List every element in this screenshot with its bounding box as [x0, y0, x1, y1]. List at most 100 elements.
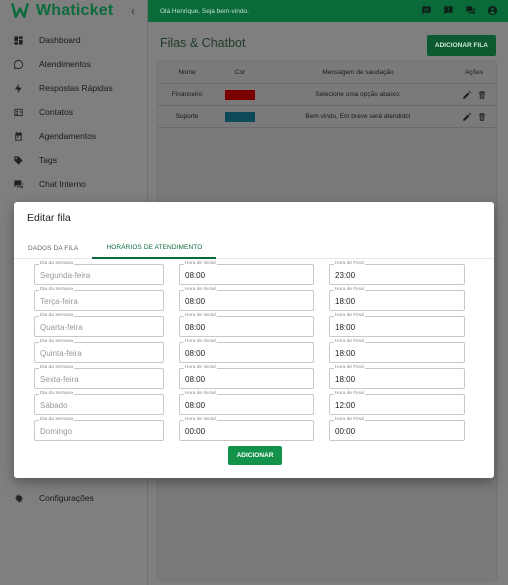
queue-color-swatch	[225, 89, 255, 100]
brand-name: Whaticket	[36, 2, 114, 19]
schedule-row: Dia da Semana Quinta-feira Hora de Inicial…	[34, 339, 465, 366]
end-time-field[interactable]: Hora de Final 18:00	[329, 365, 465, 389]
header-name: Nome	[178, 69, 196, 76]
queue-message: Bem vindo, Em breve será atendido!	[305, 113, 411, 120]
end-time-label: Hora de Final	[334, 391, 365, 397]
add-queue-button[interactable]: ADICIONAR FILA	[426, 35, 496, 56]
schedule-row: Dia da Semana Segunda-feira Hora de Inicia…	[34, 261, 465, 288]
sidebar-item-label: Dashboard	[39, 35, 81, 45]
table-header: Nome Cor Mensagem de saudação Ações	[158, 62, 496, 84]
start-time-field[interactable]: Hora de Inicial 08:00	[179, 339, 314, 363]
header-message: Mensagem de saudação	[322, 69, 394, 76]
sidebar-item-label: Configurações	[39, 493, 94, 503]
greeting-text: Olá Henrique, Seja bem-vindo.	[160, 7, 249, 15]
sidebar-item-label: Contatos	[39, 107, 74, 117]
sidebar-item-dashboard[interactable]: Dashboard	[0, 28, 147, 52]
queue-name: Financeiro	[171, 91, 203, 98]
start-time-field[interactable]: Hora de Inicial 08:00	[179, 365, 314, 389]
sidebar-item-agendamentos[interactable]: Agendamentos	[0, 124, 147, 148]
start-time-value: 08:00	[185, 271, 206, 280]
end-time-field[interactable]: Hora de Final 23:00	[329, 261, 465, 285]
weekday-field[interactable]: Dia da Semana Sábado	[34, 391, 164, 415]
start-time-field[interactable]: Hora de Inicial 08:00	[179, 287, 314, 311]
chats-icon[interactable]	[465, 5, 476, 16]
end-time-value: 23:00	[335, 271, 356, 280]
end-time-value: 00:00	[335, 427, 356, 436]
schedule-list: Dia da Semana Segunda-feira Hora de Inicia…	[34, 261, 465, 444]
whaticket-logo-icon	[11, 3, 29, 19]
end-time-label: Hora de Final	[334, 417, 365, 423]
start-time-label: Hora de Inicial	[184, 287, 217, 293]
end-time-field[interactable]: Hora de Final 12:00	[329, 391, 465, 415]
start-time-value: 08:00	[185, 323, 206, 332]
weekday-field[interactable]: Dia da Semana Quarta-feira	[34, 313, 164, 337]
weekday-field[interactable]: Dia da Semana Sexta-feira	[34, 365, 164, 389]
sidebar-item-tags[interactable]: Tags	[0, 148, 147, 172]
trash-icon[interactable]	[477, 90, 487, 100]
chat-icon	[12, 178, 24, 190]
weekday-label: Dia da Semana	[39, 313, 75, 319]
sidebar-item-configuracoes[interactable]: Configurações	[0, 486, 94, 510]
tab-queue-data[interactable]: DADOS DA FILA	[14, 237, 92, 259]
trash-icon[interactable]	[477, 112, 487, 122]
schedule-row: Dia da Semana Terça-feira Hora de Inicial 0…	[34, 287, 465, 314]
gear-icon	[12, 492, 24, 504]
start-time-value: 08:00	[185, 401, 206, 410]
weekday-field[interactable]: Dia da Semana Domingo	[34, 417, 164, 441]
edit-icon[interactable]	[462, 90, 472, 100]
queue-name: Suporte	[175, 113, 199, 120]
announcement-icon[interactable]	[443, 5, 454, 16]
account-icon[interactable]	[487, 5, 498, 16]
end-time-field[interactable]: Hora de Final 18:00	[329, 339, 465, 363]
start-time-value: 08:00	[185, 375, 206, 384]
weekday-field[interactable]: Dia da Semana Terça-feira	[34, 287, 164, 311]
end-time-field[interactable]: Hora de Final 18:00	[329, 313, 465, 337]
schedule-row: Dia da Semana Domingo Hora de Inicial 00:00…	[34, 417, 465, 444]
header-actions: Ações	[464, 69, 484, 76]
sidebar-item-label: Atendimentos	[39, 59, 91, 69]
sidebar-item-atendimentos[interactable]: Atendimentos	[0, 52, 147, 76]
collapse-sidebar-icon[interactable]: ‹	[131, 4, 135, 18]
start-time-label: Hora de Inicial	[184, 391, 217, 397]
sidebar-item-label: Chat Interno	[39, 179, 86, 189]
dashboard-icon	[12, 34, 24, 46]
schedule-row: Dia da Semana Sexta-feira Hora de Inicial 0…	[34, 365, 465, 392]
sidebar-item-label: Respostas Rápidas	[39, 83, 113, 93]
start-time-field[interactable]: Hora de Inicial 00:00	[179, 417, 314, 441]
calendar-icon	[12, 130, 24, 142]
end-time-field[interactable]: Hora de Final 00:00	[329, 417, 465, 441]
end-time-label: Hora de Final	[334, 339, 365, 345]
weekday-value: Terça-feira	[40, 297, 78, 306]
brand: Whaticket	[0, 0, 147, 22]
end-time-value: 18:00	[335, 323, 356, 332]
sidebar-item-contatos[interactable]: Contatos	[0, 100, 147, 124]
bolt-icon	[12, 82, 24, 94]
weekday-label: Dia da Semana	[39, 261, 75, 267]
end-time-label: Hora de Final	[334, 313, 365, 319]
weekday-label: Dia da Semana	[39, 365, 75, 371]
topbar-actions	[421, 5, 498, 16]
start-time-field[interactable]: Hora de Inicial 08:00	[179, 313, 314, 337]
start-time-value: 00:00	[185, 427, 206, 436]
edit-icon[interactable]	[462, 112, 472, 122]
schedule-row: Dia da Semana Sábado Hora de Inicial 08:00 H…	[34, 391, 465, 418]
end-time-label: Hora de Final	[334, 365, 365, 371]
start-time-field[interactable]: Hora de Inicial 08:00	[179, 261, 314, 285]
edit-queue-dialog: Editar fila DADOS DA FILA HORÁRIOS DE AT…	[14, 202, 494, 478]
table-row: Financeiro Selecione uma opção abaixo:	[158, 84, 496, 106]
page-title: Filas & Chatbot	[160, 36, 246, 50]
sidebar-item-label: Agendamentos	[39, 131, 97, 141]
end-time-field[interactable]: Hora de Final 18:00	[329, 287, 465, 311]
tab-service-hours[interactable]: HORÁRIOS DE ATENDIMENTO	[92, 237, 217, 259]
start-time-field[interactable]: Hora de Inicial 08:00	[179, 391, 314, 415]
sidebar-item-chat-interno[interactable]: Chat Interno	[0, 172, 147, 196]
end-time-value: 18:00	[335, 349, 356, 358]
add-button[interactable]: ADICIONAR	[228, 446, 282, 465]
end-time-value: 18:00	[335, 375, 356, 384]
dialog-tabs: DADOS DA FILA HORÁRIOS DE ATENDIMENTO	[14, 237, 494, 259]
message-icon[interactable]	[421, 5, 432, 16]
weekday-value: Segunda-feira	[40, 271, 91, 280]
sidebar-item-respostas-rapidas[interactable]: Respostas Rápidas	[0, 76, 147, 100]
weekday-field[interactable]: Dia da Semana Segunda-feira	[34, 261, 164, 285]
weekday-field[interactable]: Dia da Semana Quinta-feira	[34, 339, 164, 363]
